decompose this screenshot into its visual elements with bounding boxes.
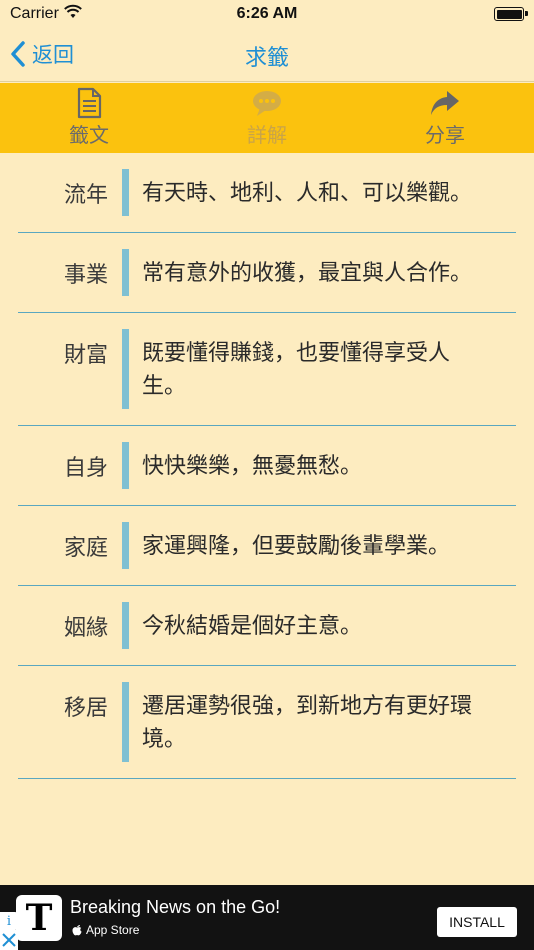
detail-text: 快快樂樂，無憂無愁。 — [142, 454, 363, 479]
ad-close-icon[interactable] — [0, 930, 18, 950]
ad-info-icon[interactable]: i — [0, 912, 18, 930]
tab-share[interactable]: 分享 — [356, 83, 534, 153]
tab-explanation[interactable]: 詳解 — [178, 83, 356, 153]
tab-poem[interactable]: 籤文 — [0, 83, 178, 153]
tab-share-label: 分享 — [425, 123, 465, 147]
detail-row-family: 家庭 家運興隆，但要鼓勵後輩學業。 — [18, 506, 516, 586]
detail-row-career: 事業 常有意外的收獲，最宜與人合作。 — [18, 233, 516, 313]
detail-text: 遷居運勢很強，到新地方有更好環境。 — [142, 694, 473, 752]
chat-bubble-icon — [253, 91, 281, 116]
detail-text: 既要懂得賺錢，也要懂得享受人生。 — [142, 341, 451, 399]
status-bar: Carrier 6:26 AM — [0, 0, 534, 28]
ad-store-label: App Store — [86, 923, 140, 937]
detail-row-self: 自身 快快樂樂，無憂無愁。 — [18, 426, 516, 506]
tab-explanation-label: 詳解 — [247, 123, 287, 147]
share-arrow-icon — [431, 91, 459, 115]
document-icon — [77, 87, 102, 119]
ad-title: Breaking News on the Go! — [70, 897, 281, 917]
detail-text: 今秋結婚是個好主意。 — [142, 614, 363, 639]
detail-label: 家庭 — [63, 536, 108, 561]
detail-row-relocation: 移居 遷居運勢很強，到新地方有更好環境。 — [18, 666, 516, 779]
ad-banner[interactable]: T Breaking News on the Go! App Store INS… — [0, 885, 534, 950]
navigation-bar: 返回 求籤 — [0, 28, 534, 82]
detail-text: 有天時、地利、人和、可以樂觀。 — [142, 181, 473, 206]
accent-bar — [122, 682, 129, 762]
detail-label: 自身 — [63, 456, 108, 481]
accent-bar — [122, 522, 129, 569]
accent-bar — [122, 249, 129, 296]
page-title: 求籤 — [244, 46, 289, 71]
ad-install-button[interactable]: INSTALL — [437, 907, 517, 937]
battery-icon — [494, 7, 528, 21]
toolbar: 籤文 詳解 分享 — [0, 83, 534, 153]
ad-store-badge: App Store — [72, 923, 139, 937]
accent-bar — [122, 169, 129, 216]
accent-bar — [122, 602, 129, 649]
detail-label: 姻緣 — [63, 616, 108, 641]
ad-app-logo: T — [16, 895, 62, 941]
detail-text: 家運興隆，但要鼓勵後輩學業。 — [142, 534, 451, 559]
detail-label: 事業 — [63, 263, 108, 288]
tab-poem-label: 籤文 — [69, 123, 109, 147]
detail-label: 財富 — [63, 343, 108, 368]
detail-text: 常有意外的收獲，最宜與人合作。 — [142, 261, 473, 286]
detail-row-marriage: 姻緣 今秋結婚是個好主意。 — [18, 586, 516, 666]
detail-row-wealth: 財富 既要懂得賺錢，也要懂得享受人生。 — [18, 313, 516, 426]
accent-bar — [122, 442, 129, 489]
apple-icon — [72, 925, 82, 936]
accent-bar — [122, 329, 129, 409]
clock: 6:26 AM — [236, 5, 298, 22]
detail-label: 移居 — [63, 696, 108, 721]
detail-row-year: 流年 有天時、地利、人和、可以樂觀。 — [18, 153, 516, 233]
detail-label: 流年 — [63, 183, 108, 208]
fortune-details-list[interactable]: 流年 有天時、地利、人和、可以樂觀。 事業 常有意外的收獲，最宜與人合作。 財富… — [0, 153, 534, 885]
